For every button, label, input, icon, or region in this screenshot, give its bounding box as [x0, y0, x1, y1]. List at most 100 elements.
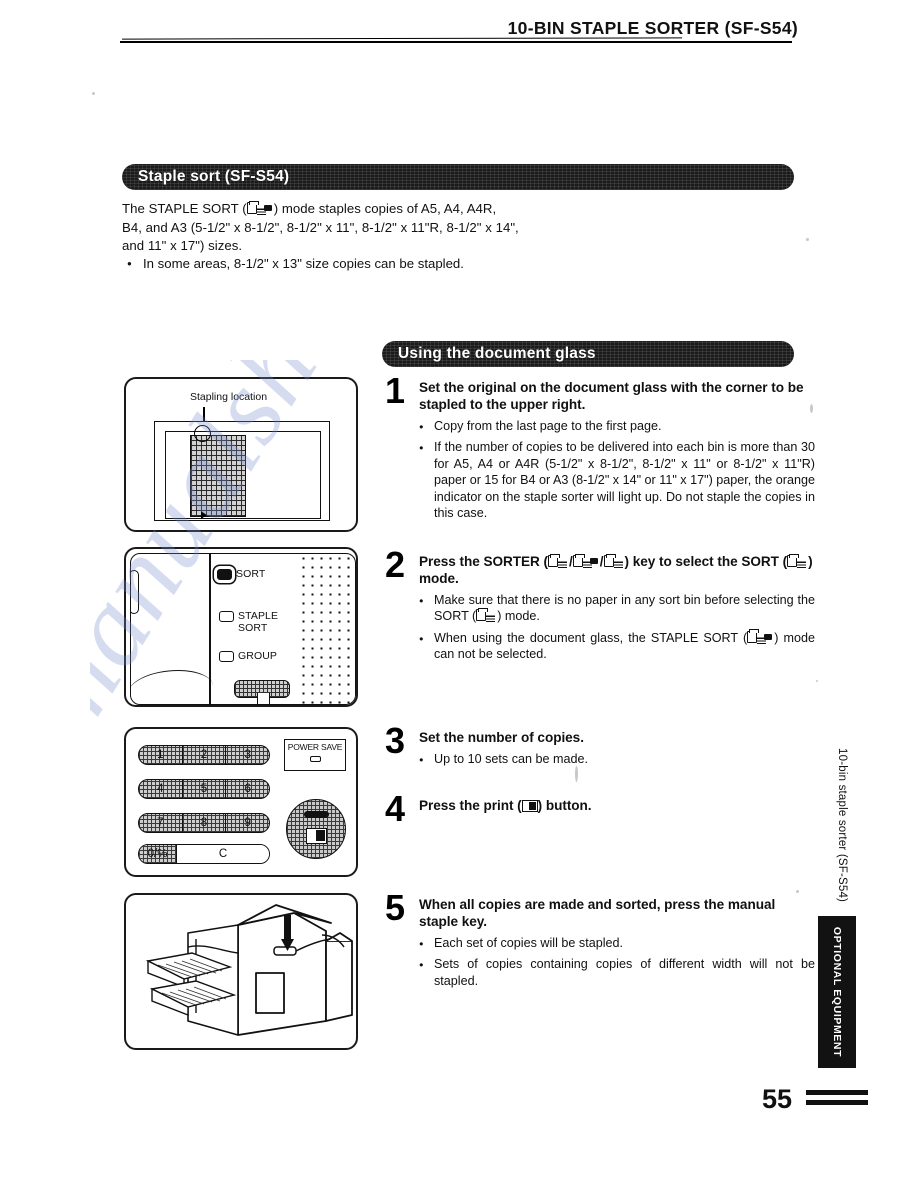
intro-paragraph: The STAPLE SORT ( ) mode staples copies o… — [122, 200, 682, 256]
scan-speck — [810, 404, 813, 413]
step-3-number: 3 — [385, 720, 406, 761]
step-2-bullet-1: Make sure that there is no paper in any … — [419, 592, 815, 625]
sheet-direction-arrow-icon — [201, 511, 207, 519]
step-3-bullet-1: Up to 10 sets can be made. — [419, 751, 815, 768]
indicator-sort: SORT — [217, 568, 265, 580]
key-1[interactable]: 1 — [139, 746, 183, 764]
indicator-staple-sort: STAPLE SORT — [219, 610, 278, 634]
step-4-heading-part-a: Press the print ( — [419, 798, 522, 813]
step-5: 5 When all copies are made and sorted, p… — [385, 890, 815, 994]
key-7[interactable]: 7 — [139, 814, 183, 832]
page-root: 10-BIN STAPLE SORTER (SF-S54) Staple sor… — [0, 0, 918, 1188]
sorter-mode-key[interactable] — [234, 680, 290, 704]
group-mode-icon — [603, 553, 625, 569]
document-glass-outline — [154, 421, 330, 521]
panel-bottom-curve — [131, 670, 213, 696]
page-title: 10-BIN STAPLE SORTER (SF-S54) — [507, 18, 798, 38]
step-1-bullet-2: If the number of copies to be delivered … — [419, 439, 815, 521]
side-chapter-tab-label: OPTIONAL EQUIPMENT — [831, 926, 843, 1058]
power-save-indicator[interactable]: POWER SAVE — [284, 739, 346, 771]
sort-lamp-icon — [217, 569, 232, 580]
key-zero[interactable]: 0/℅ — [139, 845, 177, 863]
scan-speck — [575, 766, 578, 782]
step-2-heading-part-a: Press the SORTER ( — [419, 554, 549, 569]
indicator-staple-sort-label: STAPLE SORT — [238, 610, 279, 634]
illustration-stapling-location: Stapling location — [124, 377, 358, 532]
intro-line2: B4, and A3 (5-1/2" x 8-1/2", 8-1/2" x 11… — [122, 219, 519, 235]
key-6[interactable]: 6 — [226, 780, 269, 798]
step-5-number: 5 — [385, 887, 406, 928]
header-rule — [120, 41, 792, 43]
header-rule-thin — [121, 37, 683, 40]
step-4: 4 Press the print () button. — [385, 791, 815, 827]
step-5-bullet-1: Each set of copies will be stapled. — [419, 935, 815, 952]
indicator-sort-label: SORT — [236, 568, 266, 580]
step-5-bullets: Each set of copies will be stapled. Sets… — [419, 935, 815, 989]
staple-sorter-drawing — [145, 904, 353, 1036]
staple-sort-mode-icon — [246, 200, 274, 216]
side-section-label: 10-bin staple sorter (SF-S54) — [836, 748, 848, 903]
staple-position-circle-icon — [194, 425, 211, 442]
intro-line1-suffix: ) mode staples copies of A5, A4, A4R, — [273, 201, 497, 216]
step-2-heading: Press the SORTER (/ /) key to select the … — [419, 553, 815, 587]
stapling-location-caption: Stapling location — [190, 391, 268, 403]
illustration-sorter-panel: SORT STAPLE SORT GROUP — [124, 547, 358, 707]
step-3-bullets: Up to 10 sets can be made. — [419, 751, 815, 768]
group-lamp-icon — [219, 651, 234, 662]
scan-speck — [816, 680, 818, 682]
step-3-heading: Set the number of copies. — [419, 730, 584, 745]
scan-speck — [92, 92, 95, 95]
step-1: 1 Set the original on the document glass… — [385, 373, 815, 526]
intro-bullet: In some areas, 8-1/2" x 13" size copies … — [127, 255, 727, 272]
step-2: 2 Press the SORTER (/ /) key to select th… — [385, 547, 815, 668]
step-1-number: 1 — [385, 370, 406, 411]
step-5-bullet-2: Sets of copies containing copies of diff… — [419, 956, 815, 989]
keypad-row-4: 0/℅ C — [138, 844, 270, 864]
key-clear[interactable]: C — [177, 845, 269, 863]
step-2-number: 2 — [385, 544, 406, 585]
original-document-sheet — [190, 435, 246, 517]
power-save-lamp-icon — [309, 756, 321, 762]
step-5-heading: When all copies are made and sorted, pre… — [419, 897, 776, 929]
section-header-staple-sort: Staple sort (SF-S54) — [122, 164, 794, 190]
intro-line1-prefix: The STAPLE SORT ( — [122, 201, 247, 216]
step-1-bullets: Copy from the last page to the first pag… — [419, 418, 815, 521]
footer-rule-2 — [806, 1100, 868, 1105]
indicator-group: GROUP — [219, 650, 277, 662]
sorter-panel-body: SORT STAPLE SORT GROUP — [130, 553, 356, 705]
step-4-number: 4 — [385, 788, 406, 829]
print-button-icon — [521, 800, 538, 812]
illustration-keypad: 1 2 3 4 5 6 7 8 9 0/℅ C POWER SAVE — [124, 727, 358, 877]
key-5[interactable]: 5 — [183, 780, 227, 798]
indicator-group-label: GROUP — [238, 650, 278, 662]
intro-line3: and 11" x 17") sizes. — [122, 238, 243, 253]
power-save-label: POWER SAVE — [287, 742, 343, 752]
staple-sort-mode-icon-c — [747, 629, 774, 645]
document-glass-inner-outline — [165, 431, 321, 519]
step-2-bullet-2: When using the document glass, the STAPL… — [419, 629, 815, 663]
step-3: 3 Set the number of copies. Up to 10 set… — [385, 723, 815, 772]
key-3[interactable]: 3 — [226, 746, 269, 764]
print-button-dial[interactable] — [286, 799, 346, 859]
step-1-heading: Set the original on the document glass w… — [419, 380, 804, 412]
scan-speck — [796, 890, 799, 893]
panel-left-tab — [131, 570, 139, 614]
scan-speck — [806, 238, 809, 241]
key-9[interactable]: 9 — [226, 814, 269, 832]
section-header-staple-sort-label: Staple sort (SF-S54) — [138, 168, 290, 185]
key-4[interactable]: 4 — [139, 780, 183, 798]
staple-sort-mode-icon-b — [572, 553, 600, 569]
illustration-staple-sorter-machine — [124, 893, 358, 1050]
step-2-bullets: Make sure that there is no paper in any … — [419, 592, 815, 663]
section-header-document-glass: Using the document glass — [382, 341, 794, 367]
footer-rule-1 — [806, 1090, 868, 1095]
staple-sort-lamp-icon — [219, 611, 234, 622]
sort-mode-icon-d — [476, 607, 497, 623]
sort-mode-icon-a — [548, 553, 569, 569]
step-1-bullet-1: Copy from the last page to the first pag… — [419, 418, 815, 435]
key-2[interactable]: 2 — [183, 746, 227, 764]
key-8[interactable]: 8 — [183, 814, 227, 832]
step-2-heading-part-b: ) key to select the SORT ( — [624, 554, 788, 569]
section-header-document-glass-label: Using the document glass — [398, 345, 596, 362]
step-2-bullet-1-part-b: ) mode. — [497, 609, 540, 624]
